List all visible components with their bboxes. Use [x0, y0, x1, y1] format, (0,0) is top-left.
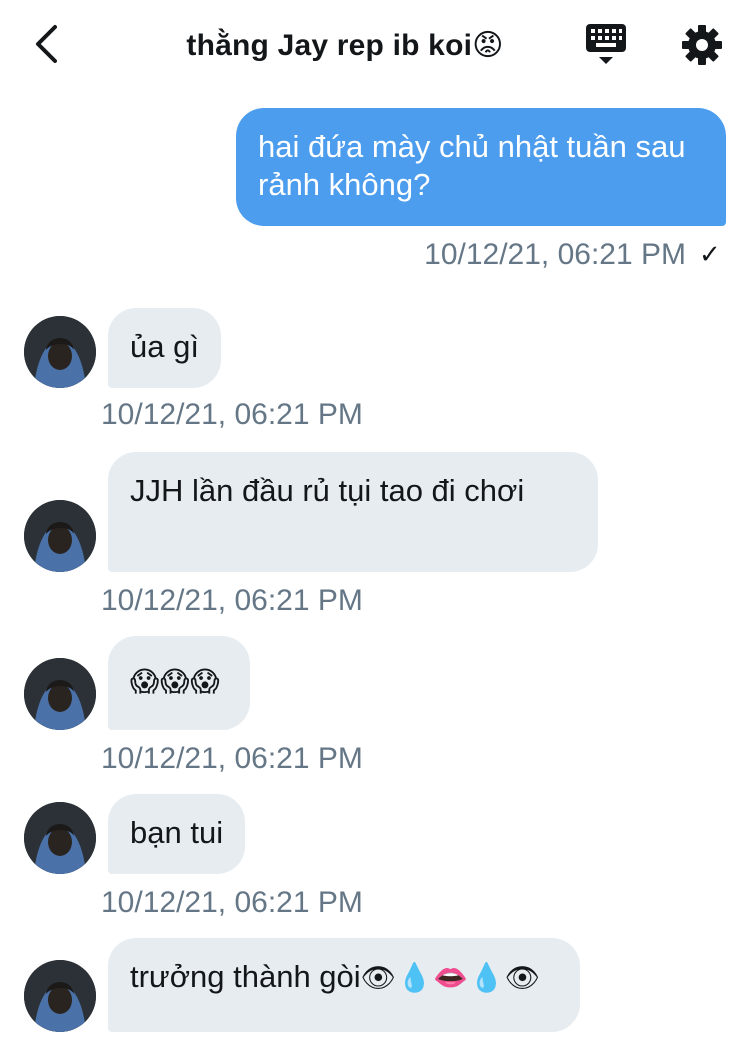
avatar[interactable] [24, 960, 96, 1032]
eye-drop-lips-emojis: 👁💧👄💧👁 [360, 961, 542, 994]
avatar[interactable] [24, 802, 96, 874]
incoming-message-bubble[interactable]: ủa gì [108, 308, 221, 388]
keyboard-toggle-button[interactable] [584, 22, 628, 66]
avatar[interactable] [24, 500, 96, 572]
gear-icon [682, 25, 722, 65]
avatar[interactable] [24, 658, 96, 730]
incoming-message-bubble[interactable]: bạn tui [108, 794, 246, 874]
incoming-message-bubble[interactable]: JJH lần đầu rủ tụi tao đi chơi [108, 452, 598, 572]
avatar-image [24, 500, 96, 572]
incoming-message-timestamp: 10/12/21, 06:21 PM [101, 398, 363, 431]
incoming-message-bubble[interactable]: 😱😱😱 [108, 636, 250, 730]
outgoing-message-timestamp: 10/12/21, 06:21 PM [424, 238, 686, 271]
incoming-message-timestamp: 10/12/21, 06:21 PM [101, 584, 363, 617]
keyboard-icon [586, 24, 626, 64]
avatar-image [24, 658, 96, 730]
incoming-message-timestamp: 10/12/21, 06:21 PM [101, 886, 363, 919]
angry-face-emoji: 😡 [472, 28, 504, 63]
incoming-message-text: ủa gì [130, 329, 199, 364]
conversation-title-text: thằng Jay rep ib koi [186, 29, 473, 62]
incoming-message-text: JJH lần đầu rủ tụi tao đi chơi [130, 473, 525, 508]
outgoing-message-text: hai đứa mày chủ nhật tuần sau rảnh không… [258, 129, 686, 202]
conversation-header: thằng Jay rep ib koi😡 [0, 0, 750, 90]
chevron-left-icon [36, 25, 57, 63]
avatar[interactable] [24, 316, 96, 388]
conversation-title: thằng Jay rep ib koi😡 [100, 28, 590, 63]
incoming-message-timestamp: 10/12/21, 06:21 PM [101, 742, 363, 775]
screaming-face-emojis: 😱😱😱 [130, 665, 221, 698]
incoming-message-bubble[interactable]: trưởng thành gòi👁💧👄💧👁 [108, 938, 580, 1032]
avatar-image [24, 316, 96, 388]
settings-button[interactable] [681, 24, 723, 66]
avatar-image [24, 960, 96, 1032]
avatar-image [24, 802, 96, 874]
incoming-message-text: trưởng thành gòi [130, 959, 361, 994]
sent-check-icon: ✓ [699, 240, 721, 270]
outgoing-message-bubble[interactable]: hai đứa mày chủ nhật tuần sau rảnh không… [236, 108, 726, 226]
incoming-message-text: bạn tui [130, 815, 224, 850]
back-button[interactable] [26, 22, 66, 66]
